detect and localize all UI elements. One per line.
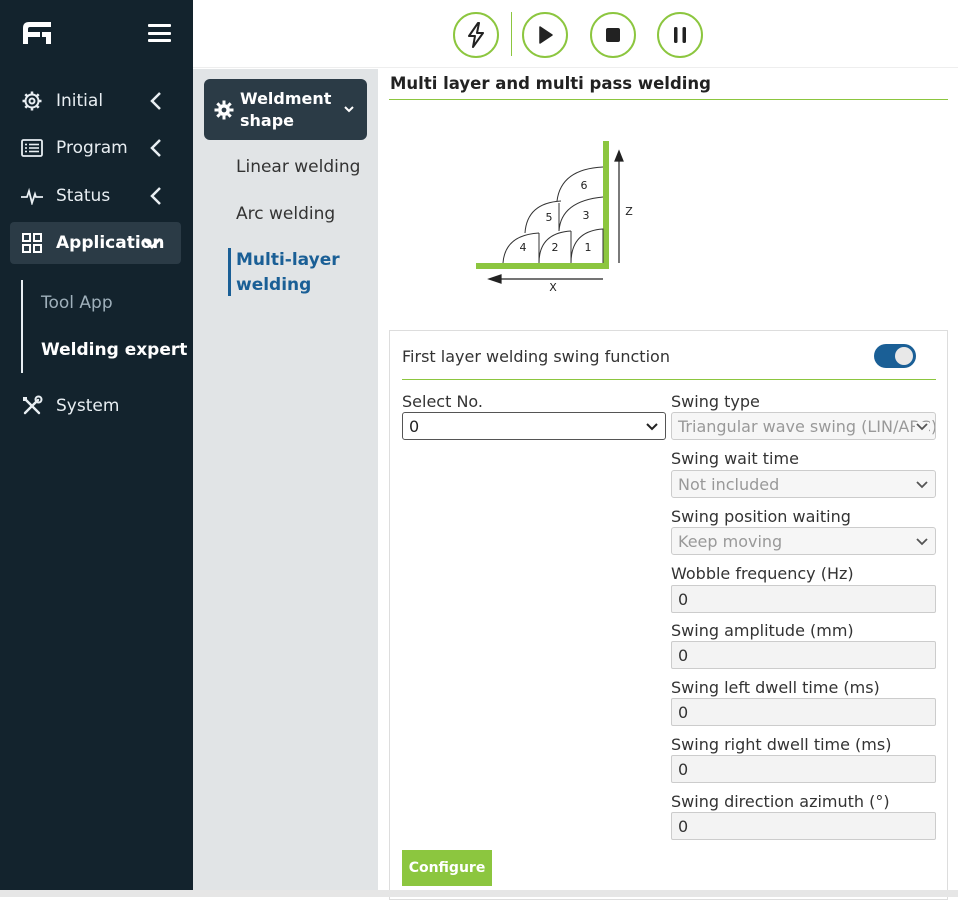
weldment-shape-dropdown[interactable]: Weldment shape bbox=[204, 79, 367, 140]
nav-item-label: System bbox=[56, 396, 120, 416]
swing-left-dwell-input[interactable]: 0 bbox=[671, 698, 936, 726]
gear-icon bbox=[20, 89, 44, 113]
chevron-left-icon bbox=[150, 92, 161, 110]
configure-button[interactable]: Configure bbox=[402, 850, 492, 886]
list-icon bbox=[20, 136, 44, 160]
swing-azimuth-input[interactable]: 0 bbox=[671, 812, 936, 840]
stop-icon bbox=[606, 28, 620, 42]
nav-item-status[interactable]: Status bbox=[10, 175, 181, 217]
swing-function-toggle[interactable] bbox=[874, 344, 916, 368]
bottom-scrollbar[interactable] bbox=[0, 890, 958, 897]
pass-label: 2 bbox=[552, 241, 559, 254]
swing-position-waiting-value: Keep moving bbox=[678, 532, 783, 551]
swing-settings-panel: First layer welding swing function Selec… bbox=[389, 330, 948, 900]
subnav-indicator bbox=[21, 280, 23, 373]
nav-item-label: Initial bbox=[56, 91, 104, 111]
lightning-icon bbox=[468, 22, 484, 48]
secondary-menu: Weldment shape Linear welding Arc weldin… bbox=[193, 69, 378, 890]
swing-wait-time-dropdown[interactable]: Not included bbox=[671, 470, 936, 498]
axis-label-z: Z bbox=[625, 205, 633, 218]
pass-label: 4 bbox=[520, 241, 527, 254]
pass-label: 5 bbox=[546, 211, 553, 224]
swing-position-waiting-dropdown[interactable]: Keep moving bbox=[671, 527, 936, 555]
grid-icon bbox=[20, 231, 44, 255]
play-icon bbox=[539, 26, 553, 44]
chevron-left-icon bbox=[150, 187, 161, 205]
pause-icon bbox=[674, 27, 686, 43]
top-toolbar bbox=[193, 0, 958, 68]
swing-amplitude-input[interactable]: 0 bbox=[671, 641, 936, 669]
swing-right-dwell-label: Swing right dwell time (ms) bbox=[671, 735, 892, 754]
swing-position-waiting-label: Swing position waiting bbox=[671, 507, 851, 526]
chevron-down-icon bbox=[344, 106, 354, 113]
chevron-down-icon bbox=[915, 422, 929, 432]
weldment-shape-label: Weldment shape bbox=[240, 88, 332, 130]
play-button[interactable] bbox=[522, 12, 568, 58]
axis-label-x: X bbox=[549, 281, 557, 294]
nav-item-application[interactable]: Application bbox=[10, 222, 181, 264]
nav-item-label: Status bbox=[56, 186, 111, 206]
pass-label: 1 bbox=[585, 241, 592, 254]
pause-button[interactable] bbox=[657, 12, 703, 58]
main-content: Multi layer and multi pass welding 1 2 3… bbox=[378, 69, 958, 900]
toolbar-divider bbox=[511, 12, 512, 56]
title-divider bbox=[389, 99, 948, 100]
swing-azimuth-label: Swing direction azimuth (°) bbox=[671, 792, 890, 811]
swing-wait-time-value: Not included bbox=[678, 475, 780, 494]
pass-label: 6 bbox=[581, 179, 588, 192]
wobble-frequency-label: Wobble frequency (Hz) bbox=[671, 564, 854, 583]
select-no-dropdown[interactable]: 0 bbox=[402, 412, 666, 440]
swing-type-dropdown[interactable]: Triangular wave swing (LIN/ARC) bbox=[671, 412, 936, 440]
chevron-left-icon bbox=[150, 139, 161, 157]
active-indicator bbox=[228, 248, 231, 296]
gear-icon bbox=[214, 100, 234, 119]
menu-item-multi-layer-welding[interactable]: Multi-layer welding bbox=[236, 248, 356, 298]
swing-left-dwell-label: Swing left dwell time (ms) bbox=[671, 678, 880, 697]
nav-item-system[interactable]: System bbox=[10, 385, 181, 427]
tools-icon bbox=[20, 394, 44, 418]
pass-label: 3 bbox=[583, 209, 590, 222]
app-logo-icon bbox=[23, 22, 51, 44]
stop-button[interactable] bbox=[590, 12, 636, 58]
nav-item-label: Program bbox=[56, 138, 128, 158]
page-title: Multi layer and multi pass welding bbox=[390, 74, 711, 93]
swing-function-label: First layer welding swing function bbox=[402, 347, 670, 366]
chevron-down-icon bbox=[645, 422, 659, 432]
power-button[interactable] bbox=[453, 12, 499, 58]
nav-item-program[interactable]: Program bbox=[10, 127, 181, 169]
menu-item-linear-welding[interactable]: Linear welding bbox=[236, 157, 360, 177]
swing-type-value: Triangular wave swing (LIN/ARC) bbox=[678, 417, 936, 436]
swing-type-label: Swing type bbox=[671, 392, 760, 411]
toggle-knob bbox=[895, 347, 913, 365]
chevron-down-icon bbox=[915, 480, 929, 490]
select-no-label: Select No. bbox=[402, 392, 484, 411]
chevron-down-icon bbox=[915, 537, 929, 547]
swing-amplitude-label: Swing amplitude (mm) bbox=[671, 621, 854, 640]
nav-item-initial[interactable]: Initial bbox=[10, 80, 181, 122]
wobble-frequency-input[interactable]: 0 bbox=[671, 585, 936, 613]
menu-item-arc-welding[interactable]: Arc welding bbox=[236, 204, 335, 224]
sidebar: Initial Program Status Application Tool … bbox=[0, 0, 193, 890]
sub-item-tool-app[interactable]: Tool App bbox=[41, 293, 113, 313]
pulse-icon bbox=[20, 184, 44, 208]
panel-divider bbox=[402, 379, 936, 380]
menu-toggle-icon[interactable] bbox=[148, 24, 171, 42]
chevron-down-icon bbox=[143, 238, 161, 249]
select-no-value: 0 bbox=[409, 417, 420, 436]
swing-right-dwell-input[interactable]: 0 bbox=[671, 755, 936, 783]
multi-layer-welding-diagram: 1 2 3 4 5 6 Z X bbox=[476, 141, 633, 294]
swing-wait-time-label: Swing wait time bbox=[671, 449, 799, 468]
sub-item-welding-expert[interactable]: Welding expert bbox=[41, 340, 187, 360]
